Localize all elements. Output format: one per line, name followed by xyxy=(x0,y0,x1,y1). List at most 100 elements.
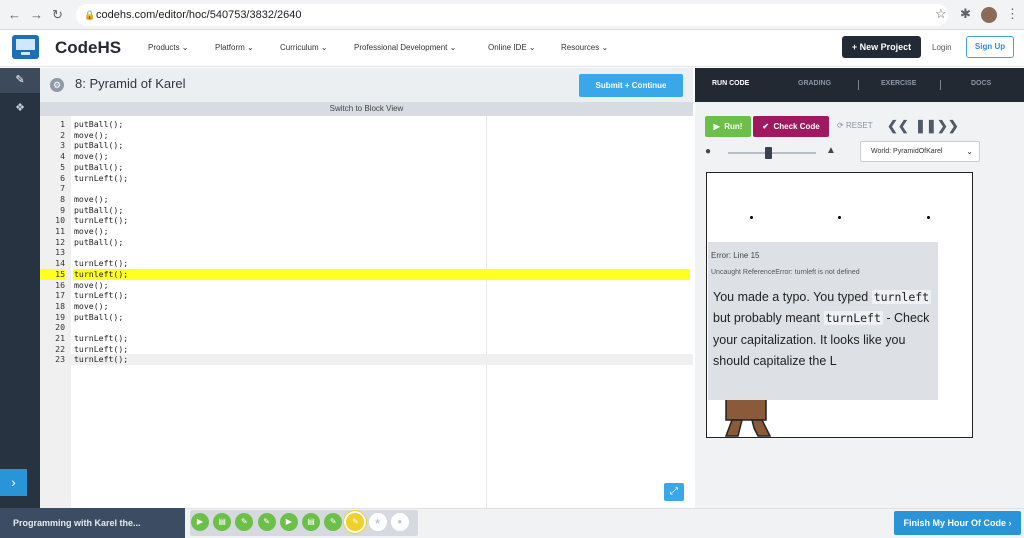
circle-progress-icon[interactable]: ● xyxy=(390,513,409,531)
world-select[interactable]: World: PyramidOfKarel ⌄ xyxy=(860,141,980,162)
code-line[interactable]: 14 turnLeft(); xyxy=(40,258,693,269)
code-editor[interactable]: 1 putBall(); 2 move(); 3 putBall(); 4 move(); 5 p… xyxy=(40,116,693,508)
video-progress-icon[interactable]: ▶ xyxy=(279,513,298,531)
speed-slider-thumb[interactable] xyxy=(765,147,772,159)
reload-icon[interactable]: ↻ xyxy=(52,7,63,23)
back-icon[interactable]: ← xyxy=(8,7,21,22)
forward-icon[interactable]: → xyxy=(30,7,43,22)
code-text[interactable]: move(); xyxy=(74,301,109,312)
code-text[interactable]: turnLeft(); xyxy=(74,344,128,355)
code-line[interactable]: 1 putBall(); xyxy=(40,119,693,130)
browser-menu-icon[interactable]: ⋮ xyxy=(1006,6,1019,22)
bookmark-star-icon[interactable]: ☆ xyxy=(935,6,947,22)
code-line[interactable]: 16 move(); xyxy=(40,280,693,291)
code-text[interactable]: turnLeft(); xyxy=(74,215,128,226)
code-text[interactable]: move(); xyxy=(74,130,109,141)
course-title[interactable]: Programming with Karel the... xyxy=(0,508,185,538)
expand-sidebar-icon[interactable]: › xyxy=(0,469,27,496)
line-number: 4 xyxy=(60,151,65,162)
code-line[interactable]: 7 xyxy=(40,183,693,194)
menu-resources[interactable]: Resources ⌄ xyxy=(561,43,608,52)
code-line[interactable]: 8 move(); xyxy=(40,194,693,205)
profile-avatar[interactable] xyxy=(981,7,997,23)
code-text[interactable]: turnLeft(); xyxy=(74,354,128,365)
code-text[interactable]: putBall(); xyxy=(74,237,123,248)
site-header: CodeHS Products ⌄ Platform ⌄ Curriculum … xyxy=(0,30,1024,67)
login-link[interactable]: Login xyxy=(932,43,952,52)
address-bar[interactable]: 🔒 codehs.com/editor/hoc/540753/3832/2640 xyxy=(76,4,948,26)
step-forward-icon[interactable]: ❯❯ xyxy=(937,118,959,134)
code-line[interactable]: 21 turnLeft(); xyxy=(40,333,693,344)
code-text[interactable]: move(); xyxy=(74,151,109,162)
menu-professional-development[interactable]: Professional Development ⌄ xyxy=(354,43,456,52)
code-line[interactable]: 11 move(); xyxy=(40,226,693,237)
code-line[interactable]: 19 putBall(); xyxy=(40,312,693,323)
pencil-icon[interactable]: ✎ xyxy=(0,68,40,93)
gear-icon[interactable]: ⚙ xyxy=(50,78,64,92)
code-line[interactable]: 6 turnLeft(); xyxy=(40,173,693,184)
karel-robot-icon xyxy=(724,398,772,437)
code-text[interactable]: turnLeft(); xyxy=(74,258,128,269)
code-line[interactable]: 2 move(); xyxy=(40,130,693,141)
menu-platform[interactable]: Platform ⌄ xyxy=(215,43,254,52)
line-number: 21 xyxy=(55,333,65,343)
code-line[interactable]: 22 turnLeft(); xyxy=(40,344,693,355)
code-text[interactable]: move(); xyxy=(74,280,109,291)
pause-icon[interactable]: ❚❚ xyxy=(915,118,937,134)
code-line[interactable]: 10 turnLeft(); xyxy=(40,215,693,226)
reset-button[interactable]: ⟳ RESET xyxy=(837,121,873,130)
menu-online-ide[interactable]: Online IDE ⌄ xyxy=(488,43,536,52)
map-icon[interactable]: ❖ xyxy=(0,96,40,121)
line-number: 17 xyxy=(55,290,65,301)
code-text[interactable]: putBall(); xyxy=(74,119,123,130)
tab-divider xyxy=(858,80,859,90)
code-text[interactable]: putBall(); xyxy=(74,205,123,216)
code-text[interactable]: move(); xyxy=(74,226,109,237)
fullscreen-icon[interactable]: ⤢ xyxy=(664,483,684,501)
browser-toolbar: ← → ↻ 🔒 codehs.com/editor/hoc/540753/383… xyxy=(0,0,1024,30)
code-line[interactable]: 17 turnLeft(); xyxy=(40,290,693,301)
code-text[interactable]: turnLeft(); xyxy=(74,173,128,184)
tab-docs[interactable]: DOCS xyxy=(971,80,991,87)
star-progress-icon[interactable]: ★ xyxy=(368,513,387,531)
code-progress-icon[interactable]: ✎ xyxy=(257,513,276,531)
code-line[interactable]: 5 putBall(); xyxy=(40,162,693,173)
video-progress-icon[interactable]: ▶ xyxy=(191,513,209,531)
codehs-logo-icon[interactable] xyxy=(12,35,39,59)
signup-button[interactable]: Sign Up xyxy=(966,36,1014,58)
world-dot xyxy=(927,216,930,219)
tab-grading[interactable]: GRADING xyxy=(798,80,831,87)
brand-name[interactable]: CodeHS xyxy=(55,38,121,58)
code-line[interactable]: 23 turnLeft(); xyxy=(40,354,693,366)
speed-slider[interactable] xyxy=(728,152,816,154)
code-line[interactable]: 3 putBall(); xyxy=(40,140,693,151)
menu-products[interactable]: Products ⌄ xyxy=(148,43,189,52)
check-code-button[interactable]: ✔ Check Code xyxy=(753,116,829,137)
tab-exercise[interactable]: EXERCISE xyxy=(881,80,916,87)
code-text[interactable]: turnLeft(); xyxy=(74,333,128,344)
code-text[interactable]: move(); xyxy=(74,194,109,205)
line-number: 3 xyxy=(60,140,65,151)
code-text[interactable]: turnLeft(); xyxy=(74,290,128,301)
code-line[interactable]: 9 putBall(); xyxy=(40,205,693,216)
code-text[interactable]: putBall(); xyxy=(74,312,123,323)
code-line[interactable]: 13 xyxy=(40,247,693,258)
new-project-button[interactable]: + New Project xyxy=(842,36,921,58)
code-line[interactable]: 4 move(); xyxy=(40,151,693,162)
submit-continue-button[interactable]: Submit + Continue xyxy=(579,74,683,97)
step-back-icon[interactable]: ❮❮ xyxy=(887,118,909,134)
code-line[interactable]: 12 putBall(); xyxy=(40,237,693,248)
code-line[interactable]: 20 xyxy=(40,322,693,333)
run-button[interactable]: ▶ Run! xyxy=(705,116,751,137)
switch-block-view-button[interactable]: Switch to Block View xyxy=(40,102,693,116)
code-line[interactable]: 18 move(); xyxy=(40,301,693,312)
code-text[interactable]: turnleft(); xyxy=(73,268,690,280)
tab-run-code[interactable]: RUN CODE xyxy=(712,80,749,87)
code-text[interactable]: putBall(); xyxy=(74,162,123,173)
finish-hour-of-code-button[interactable]: Finish My Hour Of Code › xyxy=(894,511,1021,535)
doc-progress-icon[interactable]: ▤ xyxy=(302,513,320,531)
code-text[interactable]: putBall(); xyxy=(74,140,123,151)
menu-curriculum[interactable]: Curriculum ⌄ xyxy=(280,43,328,52)
code-line[interactable]: 15 turnleft(); xyxy=(40,268,693,280)
extensions-icon[interactable]: ✱ xyxy=(960,6,971,22)
